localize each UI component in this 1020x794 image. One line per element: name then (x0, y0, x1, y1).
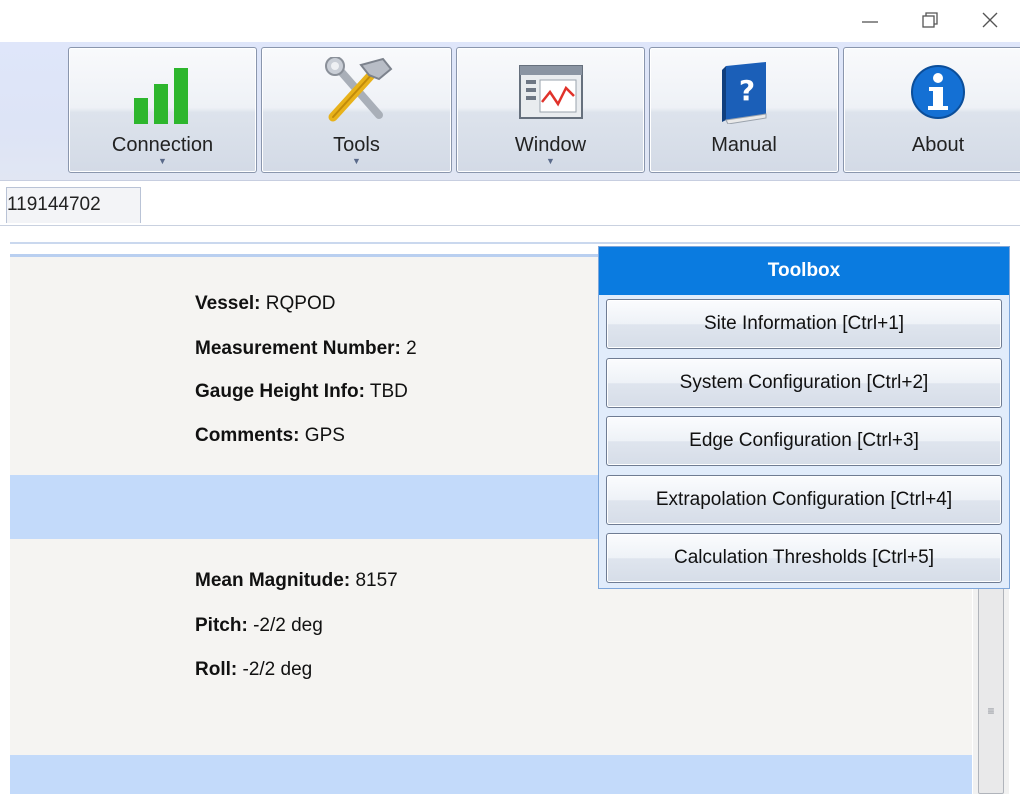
manual-label: Manual (711, 134, 777, 156)
tab-label: 119144702 (7, 194, 101, 215)
tools-label: Tools (333, 134, 380, 156)
gauge-height-label: Gauge Height Info: (195, 381, 365, 402)
close-button[interactable] (960, 0, 1020, 40)
tab-measurement[interactable]: 119144702 (6, 187, 141, 223)
document-tab-strip: 119144702 (0, 181, 1020, 226)
calculation-thresholds-button[interactable]: Calculation Thresholds [Ctrl+5] (606, 533, 1002, 583)
window-button[interactable]: Window ▼ (456, 47, 645, 173)
comments-field: Comments: GPS (195, 425, 345, 447)
gauge-height-field: Gauge Height Info: TBD (195, 381, 408, 403)
section-header-band (10, 755, 972, 794)
toolbox-title: Toolbox (599, 247, 1009, 295)
about-label: About (911, 134, 965, 156)
roll-value: -2/2 deg (242, 659, 313, 680)
edge-configuration-button[interactable]: Edge Configuration [Ctrl+3] (606, 416, 1002, 466)
svg-text:?: ? (739, 74, 755, 107)
scrollbar-thumb[interactable]: ≡ (978, 575, 1004, 794)
extrapolation-configuration-button[interactable]: Extrapolation Configuration [Ctrl+4] (606, 475, 1002, 525)
measurement-number-field: Measurement Number: 2 (195, 338, 417, 360)
about-button[interactable]: About (843, 47, 1020, 173)
chevron-down-icon: ▼ (158, 156, 167, 166)
roll-label: Roll: (195, 659, 238, 680)
grip-icon: ≡ (987, 704, 995, 718)
minimize-icon (862, 21, 878, 23)
manual-button[interactable]: ? Manual (649, 47, 839, 173)
mean-magnitude-field: Mean Magnitude: 8157 (195, 570, 398, 592)
comments-label: Comments: (195, 425, 300, 446)
restore-icon (922, 12, 938, 28)
window-caption-buttons (780, 0, 1020, 42)
pitch-label: Pitch: (195, 615, 248, 636)
comments-value: GPS (304, 425, 345, 446)
gauge-height-value: TBD (369, 381, 408, 402)
connection-label: Connection (111, 134, 214, 156)
system-configuration-button[interactable]: System Configuration [Ctrl+2] (606, 358, 1002, 408)
content-left-margin (0, 257, 10, 794)
restore-button[interactable] (900, 0, 960, 40)
hammer-wrench-icon (262, 56, 451, 128)
ribbon-toolbar: Connection ▼ Tools ▼ Window ▼ ? Manual A… (0, 42, 1020, 181)
help-book-icon: ? (650, 56, 838, 128)
measurement-number-label: Measurement Number: (195, 338, 401, 359)
tools-button[interactable]: Tools ▼ (261, 47, 452, 173)
window-label: Window (514, 134, 587, 156)
chevron-down-icon: ▼ (546, 156, 555, 166)
minimize-button[interactable] (840, 0, 900, 40)
vessel-value: RQPOD (265, 293, 336, 314)
divider (10, 242, 1000, 244)
connection-button[interactable]: Connection ▼ (68, 47, 257, 173)
window-chart-icon (457, 56, 644, 128)
vessel-label: Vessel: (195, 293, 261, 314)
chevron-down-icon: ▼ (352, 156, 361, 166)
info-icon (844, 56, 1020, 128)
measurement-number-value: 2 (406, 338, 417, 359)
mean-magnitude-value: 8157 (355, 570, 398, 591)
mean-magnitude-label: Mean Magnitude: (195, 570, 351, 591)
close-icon (982, 12, 998, 28)
pitch-value: -2/2 deg (253, 615, 323, 636)
site-information-button[interactable]: Site Information [Ctrl+1] (606, 299, 1002, 349)
vessel-field: Vessel: RQPOD (195, 293, 335, 315)
toolbox-panel: Toolbox Site Information [Ctrl+1] System… (598, 246, 1010, 589)
roll-field: Roll: -2/2 deg (195, 659, 312, 681)
pitch-field: Pitch: -2/2 deg (195, 615, 323, 637)
signal-bars-icon (69, 56, 256, 128)
